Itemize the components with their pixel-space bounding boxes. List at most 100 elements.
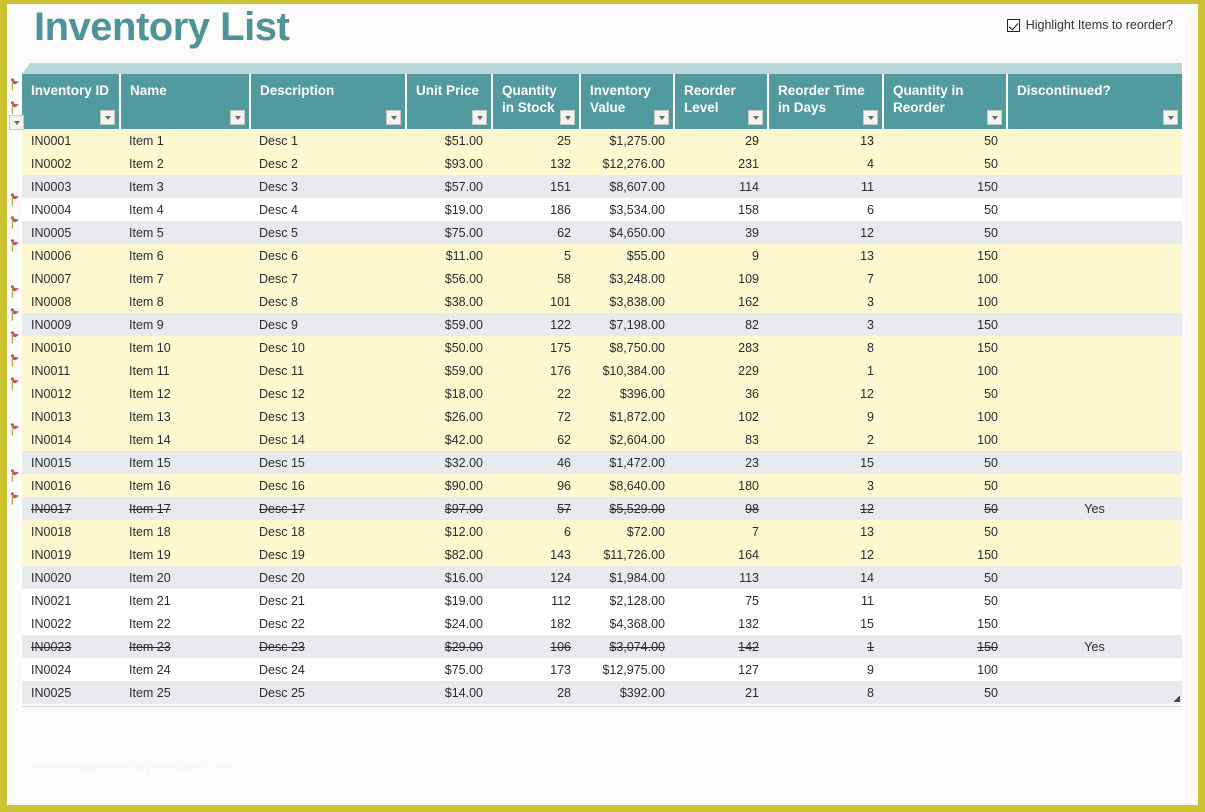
cell-id[interactable]: IN0012	[22, 382, 120, 405]
cell-stock[interactable]: 186	[492, 198, 580, 221]
cell-desc[interactable]: Desc 22	[250, 612, 406, 635]
row-header-filter-button[interactable]	[9, 115, 24, 130]
cell-reorder-days[interactable]: 1	[768, 635, 883, 658]
cell-discontinued[interactable]	[1007, 428, 1182, 451]
cell-id[interactable]: IN0016	[22, 474, 120, 497]
highlight-reorder-checkbox[interactable]	[1006, 18, 1020, 32]
cell-id[interactable]: IN0003	[22, 175, 120, 198]
cell-discontinued[interactable]	[1007, 589, 1182, 612]
cell-price[interactable]: $57.00	[406, 175, 492, 198]
cell-reorder-days[interactable]: 9	[768, 658, 883, 681]
cell-value[interactable]: $11,726.00	[580, 543, 674, 566]
cell-stock[interactable]: 143	[492, 543, 580, 566]
cell-discontinued[interactable]	[1007, 152, 1182, 175]
cell-desc[interactable]: Desc 14	[250, 428, 406, 451]
cell-reorder-level[interactable]: 158	[674, 198, 768, 221]
cell-value[interactable]: $4,368.00	[580, 612, 674, 635]
cell-reorder-level[interactable]: 180	[674, 474, 768, 497]
cell-id[interactable]: IN0010	[22, 336, 120, 359]
column-header-quantity-in-reorder[interactable]: Quantity in Reorder	[883, 74, 1008, 129]
cell-qty-reorder[interactable]: 100	[883, 658, 1007, 681]
cell-qty-reorder[interactable]: 100	[883, 428, 1007, 451]
filter-dropdown-icon[interactable]	[386, 110, 401, 125]
cell-reorder-level[interactable]: 102	[674, 405, 768, 428]
cell-name[interactable]: Item 12	[120, 382, 250, 405]
column-header-inventory-id[interactable]: Inventory ID	[22, 74, 121, 129]
cell-desc[interactable]: Desc 25	[250, 681, 406, 704]
cell-qty-reorder[interactable]: 100	[883, 290, 1007, 313]
cell-desc[interactable]: Desc 24	[250, 658, 406, 681]
cell-discontinued[interactable]	[1007, 244, 1182, 267]
highlight-reorder-toggle[interactable]: Highlight Items to reorder?	[1006, 18, 1173, 32]
cell-discontinued[interactable]: Yes	[1007, 635, 1182, 658]
cell-discontinued[interactable]	[1007, 612, 1182, 635]
cell-value[interactable]: $3,074.00	[580, 635, 674, 658]
cell-reorder-level[interactable]: 127	[674, 658, 768, 681]
cell-value[interactable]: $3,534.00	[580, 198, 674, 221]
filter-dropdown-icon[interactable]	[560, 110, 575, 125]
cell-stock[interactable]: 22	[492, 382, 580, 405]
table-row[interactable]: IN0002 Item 2 Desc 2 $93.00 132 $12,276.00 231…	[22, 152, 1182, 175]
cell-name[interactable]: Item 21	[120, 589, 250, 612]
table-row[interactable]: IN0017 Item 17 Desc 17 $97.00 57 $5,529.00 98 1…	[22, 497, 1182, 520]
cell-name[interactable]: Item 19	[120, 543, 250, 566]
cell-id[interactable]: IN0020	[22, 566, 120, 589]
cell-discontinued[interactable]	[1007, 129, 1182, 152]
cell-price[interactable]: $16.00	[406, 566, 492, 589]
cell-desc[interactable]: Desc 7	[250, 267, 406, 290]
cell-desc[interactable]: Desc 18	[250, 520, 406, 543]
cell-desc[interactable]: Desc 10	[250, 336, 406, 359]
cell-reorder-level[interactable]: 114	[674, 175, 768, 198]
filter-dropdown-icon[interactable]	[987, 110, 1002, 125]
cell-reorder-days[interactable]: 12	[768, 221, 883, 244]
cell-reorder-days[interactable]: 13	[768, 520, 883, 543]
cell-value[interactable]: $1,472.00	[580, 451, 674, 474]
cell-qty-reorder[interactable]: 50	[883, 451, 1007, 474]
cell-name[interactable]: Item 20	[120, 566, 250, 589]
cell-desc[interactable]: Desc 16	[250, 474, 406, 497]
cell-qty-reorder[interactable]: 50	[883, 152, 1007, 175]
cell-value[interactable]: $1,984.00	[580, 566, 674, 589]
cell-stock[interactable]: 106	[492, 635, 580, 658]
cell-value[interactable]: $1,872.00	[580, 405, 674, 428]
cell-name[interactable]: Item 23	[120, 635, 250, 658]
cell-price[interactable]: $14.00	[406, 681, 492, 704]
cell-id[interactable]: IN0001	[22, 129, 120, 152]
table-row[interactable]: IN0019 Item 19 Desc 19 $82.00 143 $11,726.00 1…	[22, 543, 1182, 566]
cell-name[interactable]: Item 8	[120, 290, 250, 313]
cell-id[interactable]: IN0017	[22, 497, 120, 520]
cell-reorder-level[interactable]: 36	[674, 382, 768, 405]
cell-desc[interactable]: Desc 3	[250, 175, 406, 198]
cell-price[interactable]: $18.00	[406, 382, 492, 405]
cell-price[interactable]: $24.00	[406, 612, 492, 635]
cell-reorder-days[interactable]: 7	[768, 267, 883, 290]
filter-dropdown-icon[interactable]	[472, 110, 487, 125]
cell-price[interactable]: $93.00	[406, 152, 492, 175]
cell-reorder-days[interactable]: 12	[768, 543, 883, 566]
cell-reorder-days[interactable]: 8	[768, 336, 883, 359]
column-header-description[interactable]: Description	[250, 74, 407, 129]
cell-price[interactable]: $75.00	[406, 658, 492, 681]
cell-value[interactable]: $10,384.00	[580, 359, 674, 382]
column-header-unit-price[interactable]: Unit Price	[406, 74, 493, 129]
cell-price[interactable]: $82.00	[406, 543, 492, 566]
table-row[interactable]: IN0023 Item 23 Desc 23 $29.00 106 $3,074.00 14…	[22, 635, 1182, 658]
filter-dropdown-icon[interactable]	[654, 110, 669, 125]
cell-desc[interactable]: Desc 17	[250, 497, 406, 520]
cell-id[interactable]: IN0008	[22, 290, 120, 313]
cell-qty-reorder[interactable]: 50	[883, 382, 1007, 405]
cell-discontinued[interactable]	[1007, 520, 1182, 543]
cell-stock[interactable]: 132	[492, 152, 580, 175]
cell-desc[interactable]: Desc 4	[250, 198, 406, 221]
cell-price[interactable]: $26.00	[406, 405, 492, 428]
cell-reorder-level[interactable]: 283	[674, 336, 768, 359]
cell-reorder-level[interactable]: 75	[674, 589, 768, 612]
cell-value[interactable]: $1,275.00	[580, 129, 674, 152]
cell-discontinued[interactable]	[1007, 198, 1182, 221]
cell-name[interactable]: Item 2	[120, 152, 250, 175]
cell-stock[interactable]: 182	[492, 612, 580, 635]
cell-desc[interactable]: Desc 2	[250, 152, 406, 175]
cell-reorder-level[interactable]: 229	[674, 359, 768, 382]
cell-value[interactable]: $12,975.00	[580, 658, 674, 681]
cell-stock[interactable]: 175	[492, 336, 580, 359]
